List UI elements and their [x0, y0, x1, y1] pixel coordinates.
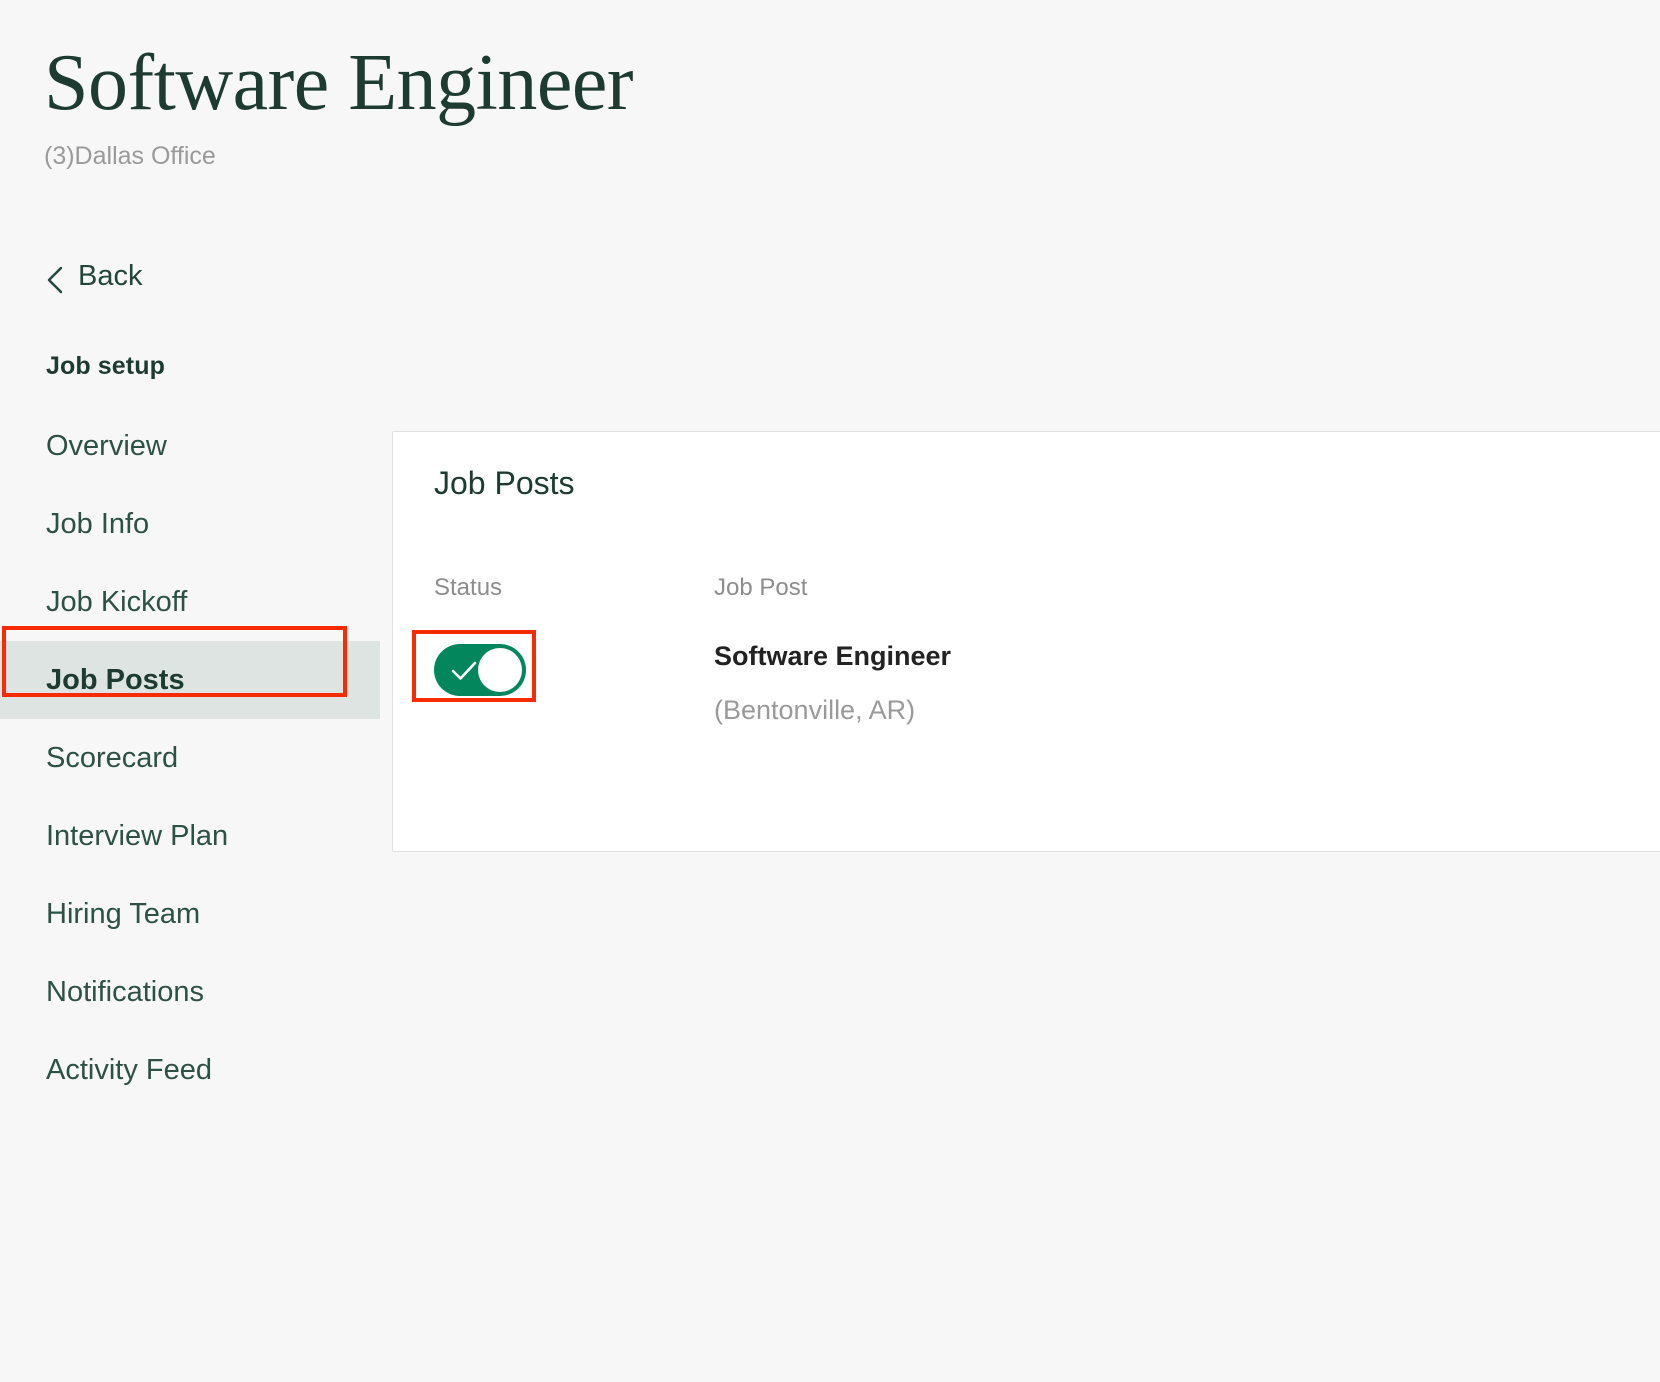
job-posts-table: Status Job Post Software Engineer (Bento…	[434, 574, 1660, 727]
sidebar-item-label: Interview Plan	[46, 819, 229, 852]
back-button-label: Back	[78, 259, 143, 292]
job-post-cell: Software Engineer (Bentonville, AR)	[714, 640, 1314, 727]
table-row: Software Engineer (Bentonville, AR)	[434, 640, 1660, 727]
status-toggle[interactable]	[434, 644, 526, 696]
sidebar-item-hiring-team[interactable]: Hiring Team	[0, 875, 380, 953]
sidebar-item-overview[interactable]: Overview	[0, 407, 380, 485]
column-header-status: Status	[434, 574, 503, 601]
job-post-location: (Bentonville, AR)	[714, 695, 916, 726]
sidebar-item-job-posts[interactable]: Job Posts	[0, 641, 380, 719]
job-posts-card: Job Posts Status Job Post Software Engin…	[392, 431, 1660, 852]
sidebar-item-label: Scorecard	[46, 741, 179, 774]
chevron-left-icon	[46, 266, 64, 294]
table-header-row: Status Job Post	[434, 574, 1660, 602]
sidebar-item-label: Job Info	[46, 507, 150, 540]
back-button[interactable]: Back	[0, 248, 380, 304]
sidebar: Back Job setup Overview Job Info Job Kic…	[0, 248, 380, 1109]
job-post-name[interactable]: Software Engineer	[714, 640, 1314, 672]
sidebar-item-job-info[interactable]: Job Info	[0, 485, 380, 563]
sidebar-item-scorecard[interactable]: Scorecard	[0, 719, 380, 797]
sidebar-item-label: Job Posts	[46, 663, 185, 696]
card-title: Job Posts	[434, 465, 575, 501]
toggle-knob	[478, 648, 522, 692]
sidebar-item-label: Job Kickoff	[46, 585, 188, 618]
nav-list: Overview Job Info Job Kickoff Job Posts …	[0, 407, 380, 1109]
sidebar-item-notifications[interactable]: Notifications	[0, 953, 380, 1031]
page-title: Software Engineer	[44, 39, 634, 127]
sidebar-item-interview-plan[interactable]: Interview Plan	[0, 797, 380, 875]
sidebar-item-label: Notifications	[46, 975, 204, 1008]
sidebar-item-activity-feed[interactable]: Activity Feed	[0, 1031, 380, 1109]
sidebar-item-job-kickoff[interactable]: Job Kickoff	[0, 563, 380, 641]
column-header-job-post: Job Post	[714, 574, 808, 601]
sidebar-item-label: Activity Feed	[46, 1053, 212, 1086]
page-root: Software Engineer (3)Dallas Office Back …	[0, 0, 1660, 1382]
sidebar-item-label: Hiring Team	[46, 897, 201, 930]
nav-section-title: Job setup	[46, 352, 165, 380]
sidebar-item-label: Overview	[46, 429, 167, 462]
page-subtitle: (3)Dallas Office	[44, 142, 216, 171]
page-header: Software Engineer (3)Dallas Office	[44, 39, 1044, 171]
check-icon	[451, 660, 477, 680]
status-cell	[434, 640, 714, 696]
